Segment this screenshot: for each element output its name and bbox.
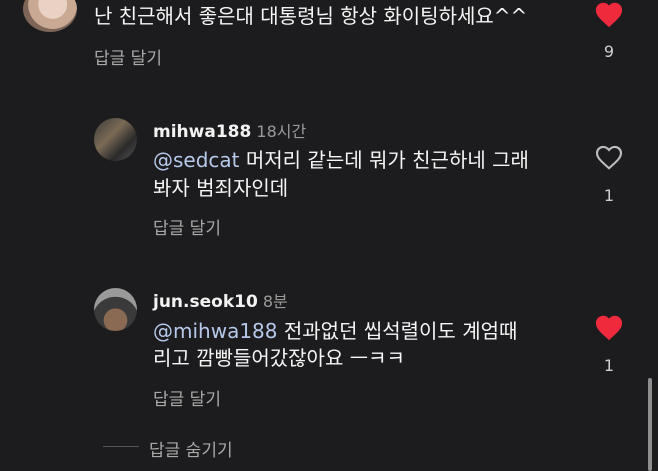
comment-text-line: @mihwa188 전과없던 씹석렬이도 계엄때 [153, 316, 517, 346]
like-count: 1 [603, 186, 615, 205]
reply-button[interactable]: 답글 달기 [153, 214, 221, 239]
avatar[interactable] [23, 0, 77, 32]
hide-replies-button[interactable]: 답글 숨기기 [149, 436, 233, 461]
mention-link[interactable]: @mihwa188 [153, 319, 278, 343]
like-count: 9 [603, 42, 615, 61]
heart-filled-icon[interactable] [594, 313, 624, 341]
avatar[interactable] [94, 118, 137, 161]
comment-text: 난 친근해서 좋은대 대통령님 항상 화이팅하세요^^ [94, 4, 528, 28]
avatar[interactable] [94, 288, 137, 331]
heart-filled-icon[interactable] [594, 0, 624, 28]
comment-text: 리고 깜빵들어갔잖아요 ㅡㅋㅋ [153, 346, 405, 370]
divider-line [103, 446, 139, 447]
comment-text: 머저리 같는데 뭐가 친근하네 그래 [239, 148, 529, 172]
like-count: 1 [603, 356, 615, 375]
timestamp: 8분 [262, 292, 288, 311]
mention-link[interactable]: @sedcat [153, 148, 240, 172]
username[interactable]: mihwa188 [153, 122, 251, 142]
username[interactable]: jun.seok10 [153, 292, 258, 312]
scrollbar[interactable] [648, 378, 652, 471]
comment-text-line: @sedcat 머저리 같는데 뭐가 친근하네 그래 [153, 145, 529, 175]
reply-button[interactable]: 답글 달기 [153, 385, 221, 410]
comment-text: 봐자 범죄자인데 [153, 176, 289, 200]
comment-text: 전과없던 씹석렬이도 계엄때 [277, 319, 518, 343]
reply-button[interactable]: 답글 달기 [94, 44, 162, 69]
heart-outline-icon[interactable] [594, 143, 624, 171]
timestamp: 18시간 [256, 122, 307, 141]
